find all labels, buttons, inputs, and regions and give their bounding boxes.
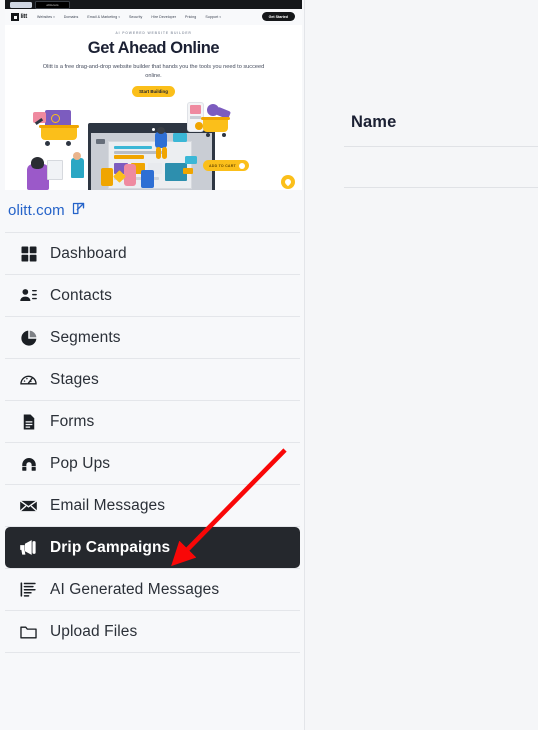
olitt-logo-icon [11, 13, 19, 21]
sidebar-item-forms[interactable]: Forms [0, 401, 305, 442]
illustration-cart-left [33, 106, 89, 154]
illustration-person [124, 164, 136, 187]
divider [5, 652, 300, 653]
illustration-person [155, 132, 167, 149]
sidebar-item-drip-campaigns[interactable]: Drip Campaigns [5, 527, 300, 568]
pie-chart-icon [19, 328, 38, 347]
sidebar-item-label: Segments [50, 328, 121, 346]
sidebar-nav-list: Dashboard Contacts Segments Stages Forms… [0, 232, 305, 653]
table-row-empty [344, 147, 538, 187]
envelope-icon [19, 496, 38, 515]
app-root: olitt.com litt Websites ▾ Domains Email … [0, 0, 538, 730]
preview-nav-item[interactable]: Security [129, 15, 142, 19]
preview-start-building-button[interactable]: Start Building [132, 86, 175, 98]
external-link-icon[interactable] [71, 201, 86, 220]
preview-nav-item[interactable]: Pricing [185, 15, 196, 19]
preview-tab-inactive [10, 1, 32, 8]
contacts-icon [19, 286, 38, 305]
cart-icon [238, 162, 245, 169]
illustration-accent-block [183, 168, 193, 175]
document-icon [19, 412, 38, 431]
table-header-name: Name [351, 113, 397, 131]
preview-logo-text: litt [20, 14, 28, 20]
sidebar-item-stages[interactable]: Stages [0, 359, 305, 400]
preview-nav-item[interactable]: Hire Developer [151, 15, 176, 19]
illustration-cart-right [183, 102, 235, 154]
sidebar: olitt.com litt Websites ▾ Domains Email … [0, 0, 305, 730]
folder-icon [19, 622, 38, 641]
preview-nav-item[interactable]: Domains [64, 15, 79, 19]
sidebar-item-upload-files[interactable]: Upload Files [0, 611, 305, 652]
illustration-person [101, 168, 113, 187]
sidebar-item-label: Stages [50, 370, 99, 388]
illustration-person-head [31, 157, 44, 170]
preview-site-nav: litt Websites ▾ Domains Email & Marketin… [5, 9, 302, 25]
chevron-down-icon: ▾ [118, 15, 120, 19]
sidebar-item-email-messages[interactable]: Email Messages [0, 485, 305, 526]
preview-tab-active: olitt.com [35, 0, 70, 9]
preview-hero-title: Get Ahead Online [87, 39, 220, 57]
chevron-down-icon: ▾ [219, 15, 221, 19]
magnet-icon [19, 454, 38, 473]
illustration-tablet [47, 160, 63, 181]
domain-link[interactable]: olitt.com [8, 201, 86, 220]
sidebar-item-label: Dashboard [50, 244, 127, 262]
chat-widget-icon[interactable] [281, 175, 295, 190]
table-row-divider [344, 187, 538, 188]
illustration-chat-bubble [185, 156, 197, 165]
main-content: Name [306, 0, 538, 730]
preview-tab-label: olitt.com [46, 2, 59, 7]
sidebar-item-dashboard[interactable]: Dashboard [0, 233, 305, 274]
illustration-person [71, 158, 84, 179]
sidebar-item-label: Drip Campaigns [50, 538, 171, 556]
preview-hero-illustration: ADD TO CART [5, 102, 302, 190]
domain-row: olitt.com [5, 190, 304, 230]
ai-lines-icon [19, 580, 38, 599]
chevron-down-icon: ▾ [53, 15, 55, 19]
add-to-cart-label: ADD TO CART [209, 163, 236, 168]
preview-nav-item[interactable]: Email & Marketing ▾ [87, 15, 120, 19]
illustration-person-legs [156, 147, 161, 160]
sidebar-item-pop-ups[interactable]: Pop Ups [0, 443, 305, 484]
campaigns-table: Name [344, 105, 538, 188]
preview-hero-subtitle: Olitt is a free drag-and-drop website bu… [42, 64, 265, 79]
site-preview-thumbnail[interactable]: olitt.com litt Websites ▾ Domains Email … [5, 0, 302, 190]
illustration-person [141, 170, 154, 189]
grid-icon [19, 244, 38, 263]
domain-label: olitt.com [8, 201, 65, 219]
sidebar-item-segments[interactable]: Segments [0, 317, 305, 358]
preview-hero-eyebrow: AI POWERED WEBSITE BUILDER [115, 31, 192, 35]
preview-logo: litt [11, 13, 27, 21]
megaphone-icon [19, 538, 38, 557]
preview-hero: AI POWERED WEBSITE BUILDER Get Ahead Onl… [5, 25, 302, 99]
preview-browser-bar: olitt.com [5, 0, 302, 9]
illustration-person-legs [162, 147, 167, 160]
preview-get-started-button[interactable]: Get Started [261, 12, 295, 21]
sidebar-item-label: Email Messages [50, 496, 166, 514]
illustration-add-to-cart-badge: ADD TO CART [203, 160, 249, 172]
sidebar-item-label: Contacts [50, 286, 112, 304]
sidebar-item-label: Upload Files [50, 622, 138, 640]
preview-nav-item[interactable]: Websites ▾ [37, 15, 55, 19]
sidebar-item-ai-generated-messages[interactable]: AI Generated Messages [0, 569, 305, 610]
sidebar-item-label: Pop Ups [50, 454, 111, 472]
illustration-chat-bubble [173, 133, 187, 143]
sidebar-item-contacts[interactable]: Contacts [0, 275, 305, 316]
sidebar-item-label: Forms [50, 412, 95, 430]
sidebar-item-label: AI Generated Messages [50, 580, 220, 598]
preview-nav-item[interactable]: Support ▾ [205, 15, 221, 19]
gauge-icon [19, 370, 38, 389]
preview-nav-menu: Websites ▾ Domains Email & Marketing ▾ S… [37, 15, 221, 19]
